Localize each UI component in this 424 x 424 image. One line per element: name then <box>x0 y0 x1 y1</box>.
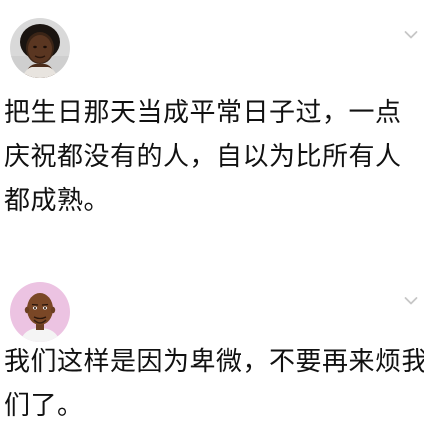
feed: 把生日那天当成平常日子过，一点 庆祝都没有的人，自以为比所有人 都成熟。 我们这… <box>0 0 424 424</box>
user-avatar[interactable] <box>10 18 70 78</box>
post-text: 把生日那天当成平常日子过，一点 庆祝都没有的人，自以为比所有人 都成熟。 <box>4 91 402 223</box>
chevron-down-icon[interactable] <box>404 296 418 306</box>
user-avatar-woman-icon <box>10 18 70 78</box>
post-card: 把生日那天当成平常日子过，一点 庆祝都没有的人，自以为比所有人 都成熟。 <box>0 0 424 258</box>
user-avatar-bitmoji-icon <box>10 282 70 342</box>
post-card: 我们这样是因为卑微，不要再来烦我 们了。 <box>0 258 424 424</box>
user-avatar[interactable] <box>10 282 70 342</box>
post-text-line: 我们这样是因为卑微，不要再来烦我 <box>4 347 424 377</box>
post-text-line: 们了。 <box>4 391 84 421</box>
post-text-line: 把生日那天当成平常日子过，一点 <box>4 98 402 128</box>
post-text: 我们这样是因为卑微，不要再来烦我 们了。 <box>4 340 424 424</box>
post-text-line: 庆祝都没有的人，自以为比所有人 <box>4 142 402 172</box>
post-text-line: 都成熟。 <box>4 186 111 216</box>
chevron-down-icon[interactable] <box>404 30 418 40</box>
